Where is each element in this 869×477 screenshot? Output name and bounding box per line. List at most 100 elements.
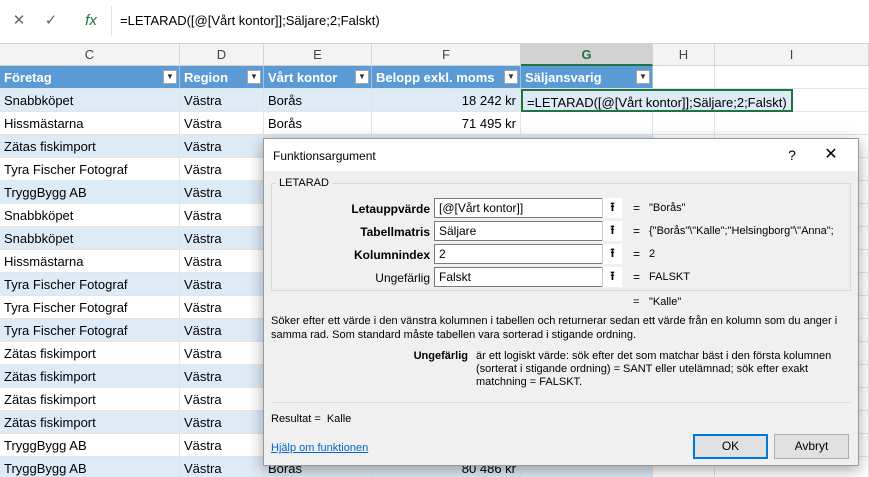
table-cell-d[interactable]: Västra	[180, 181, 264, 204]
active-cell-editor[interactable]: =LETARAD([@[Vårt kontor]];Säljare;2;Fals…	[521, 89, 793, 112]
table-cell-c[interactable]: Tyra Fischer Fotograf	[0, 319, 180, 342]
table-cell-e[interactable]: Borås	[264, 89, 372, 112]
function-description: Söker efter ett värde i den vänstra kolu…	[271, 315, 838, 341]
header-vart-kontor[interactable]: Vårt kontor ▼	[264, 66, 372, 89]
collapse-dialog-icon[interactable]: ⭱	[602, 267, 622, 287]
arg-input-ungefarlig[interactable]: Falskt	[434, 267, 622, 287]
arg-value-tabellmatris: {"Borås"\"Kalle";"Helsingborg"\"Anna";	[649, 225, 834, 237]
filter-dropdown-icon[interactable]: ▼	[163, 70, 177, 84]
table-row: Hissmästarna Västra Borås 71 495 kr	[0, 112, 869, 135]
filter-dropdown-icon[interactable]: ▼	[636, 70, 650, 84]
column-header-f[interactable]: F	[372, 44, 521, 66]
fx-icon[interactable]: fx	[80, 10, 102, 32]
table-cell-c[interactable]: Zätas fiskimport	[0, 135, 180, 158]
filter-dropdown-icon[interactable]: ▼	[355, 70, 369, 84]
table-cell-c[interactable]: Hissmästarna	[0, 250, 180, 273]
column-header-e[interactable]: E	[264, 44, 372, 66]
table-cell-c[interactable]: TryggBygg AB	[0, 181, 180, 204]
table-cell-f[interactable]: 18 242 kr	[372, 89, 521, 112]
formula-input[interactable]: =LETARAD([@[Vårt kontor]];Säljare;2;Fals…	[120, 13, 380, 28]
arg-value-ungefarlig: FALSKT	[649, 271, 690, 283]
column-header-d[interactable]: D	[180, 44, 264, 66]
table-cell-d[interactable]: Västra	[180, 365, 264, 388]
header-saljansvarig[interactable]: Säljansvarig ▼	[521, 66, 653, 89]
table-cell-d[interactable]: Västra	[180, 158, 264, 181]
column-header-i[interactable]: I	[715, 44, 869, 66]
table-cell-d[interactable]: Västra	[180, 457, 264, 477]
column-header-g[interactable]: G	[521, 44, 653, 66]
table-header-row: Företag ▼ Region ▼ Vårt kontor ▼ Belopp exk…	[0, 66, 869, 89]
table-cell-c[interactable]: Snabbköpet	[0, 227, 180, 250]
check-icon[interactable]: ✓	[40, 10, 62, 32]
arg-description: är ett logiskt värde: sök efter det som …	[476, 350, 832, 388]
header-belopp[interactable]: Belopp exkl. moms ▼	[372, 66, 521, 89]
empty-cell[interactable]	[715, 66, 869, 89]
table-cell-d[interactable]: Västra	[180, 204, 264, 227]
arg-value-kolumnindex: 2	[649, 248, 656, 260]
table-cell-c[interactable]: Snabbköpet	[0, 204, 180, 227]
header-foretag[interactable]: Företag ▼	[0, 66, 180, 89]
column-headers: C D E F G H I	[0, 44, 869, 66]
empty-cell[interactable]	[653, 66, 715, 89]
result-preview: "Kalle"	[649, 296, 682, 308]
table-cell-d[interactable]: Västra	[180, 319, 264, 342]
table-cell-d[interactable]: Västra	[180, 388, 264, 411]
table-cell-c[interactable]: TryggBygg AB	[0, 434, 180, 457]
help-link[interactable]: Hjälp om funktionen	[271, 442, 368, 454]
table-cell-f[interactable]: 71 495 kr	[372, 112, 521, 135]
table-cell-c[interactable]: Zätas fiskimport	[0, 411, 180, 434]
table-cell-d[interactable]: Västra	[180, 434, 264, 457]
arg-value-letauppvarde: "Borås"	[649, 202, 686, 214]
column-header-c[interactable]: C	[0, 44, 180, 66]
arg-label-tabellmatris: Tabellmatris	[360, 225, 430, 239]
arg-equals: =	[633, 201, 641, 215]
table-cell-c[interactable]: Tyra Fischer Fotograf	[0, 273, 180, 296]
table-cell-c[interactable]: Hissmästarna	[0, 112, 180, 135]
arg-description-label: Ungefärlig	[413, 350, 468, 362]
column-header-h[interactable]: H	[653, 44, 715, 66]
dialog-title: Funktionsargument	[273, 149, 376, 163]
table-cell-c[interactable]: Tyra Fischer Fotograf	[0, 296, 180, 319]
dialog-titlebar[interactable]: Funktionsargument ? ✕	[264, 139, 858, 171]
formula-bar-divider	[111, 6, 112, 36]
table-cell-d[interactable]: Västra	[180, 135, 264, 158]
formula-bar: ✕ ✓ fx =LETARAD([@[Vårt kontor]];Säljare…	[0, 0, 869, 44]
table-cell-d[interactable]: Västra	[180, 227, 264, 250]
table-cell-c[interactable]: Zätas fiskimport	[0, 365, 180, 388]
arg-label-kolumnindex: Kolumnindex	[353, 248, 430, 262]
arg-input-letauppvarde[interactable]: [@[Vårt kontor]]	[434, 198, 622, 218]
filter-dropdown-icon[interactable]: ▼	[504, 70, 518, 84]
table-cell-c[interactable]: Zätas fiskimport	[0, 342, 180, 365]
collapse-dialog-icon[interactable]: ⭱	[602, 221, 622, 241]
empty-cell[interactable]	[715, 112, 869, 135]
ok-button[interactable]: OK	[693, 434, 768, 459]
collapse-dialog-icon[interactable]: ⭱	[602, 198, 622, 218]
arg-input-tabellmatris[interactable]: Säljare	[434, 221, 622, 241]
close-icon[interactable]: ✕	[821, 145, 841, 165]
close-icon[interactable]: ✕	[8, 10, 30, 32]
table-cell-d[interactable]: Västra	[180, 112, 264, 135]
cancel-button[interactable]: Avbryt	[774, 434, 849, 459]
arg-label-letauppvarde: Letauppvärde	[351, 202, 430, 216]
table-cell-c[interactable]: Snabbköpet	[0, 89, 180, 112]
table-cell-d[interactable]: Västra	[180, 89, 264, 112]
table-cell-c[interactable]: TryggBygg AB	[0, 457, 180, 477]
empty-cell[interactable]	[653, 112, 715, 135]
table-cell-c[interactable]: Zätas fiskimport	[0, 388, 180, 411]
table-cell-d[interactable]: Västra	[180, 342, 264, 365]
table-cell-g[interactable]	[521, 112, 653, 135]
table-cell-d[interactable]: Västra	[180, 250, 264, 273]
table-cell-d[interactable]: Västra	[180, 411, 264, 434]
table-cell-c[interactable]: Tyra Fischer Fotograf	[0, 158, 180, 181]
table-cell-e[interactable]: Borås	[264, 112, 372, 135]
table-cell-d[interactable]: Västra	[180, 273, 264, 296]
help-icon[interactable]: ?	[782, 145, 802, 165]
result-line: Resultat = Kalle	[271, 413, 351, 425]
header-region[interactable]: Region ▼	[180, 66, 264, 89]
function-arguments-dialog: Funktionsargument ? ✕ LETARAD Letauppvär…	[263, 138, 859, 466]
filter-dropdown-icon[interactable]: ▼	[247, 70, 261, 84]
arg-input-kolumnindex[interactable]: 2	[434, 244, 622, 264]
result-value: Kalle	[326, 413, 352, 425]
collapse-dialog-icon[interactable]: ⭱	[602, 244, 622, 264]
table-cell-d[interactable]: Västra	[180, 296, 264, 319]
